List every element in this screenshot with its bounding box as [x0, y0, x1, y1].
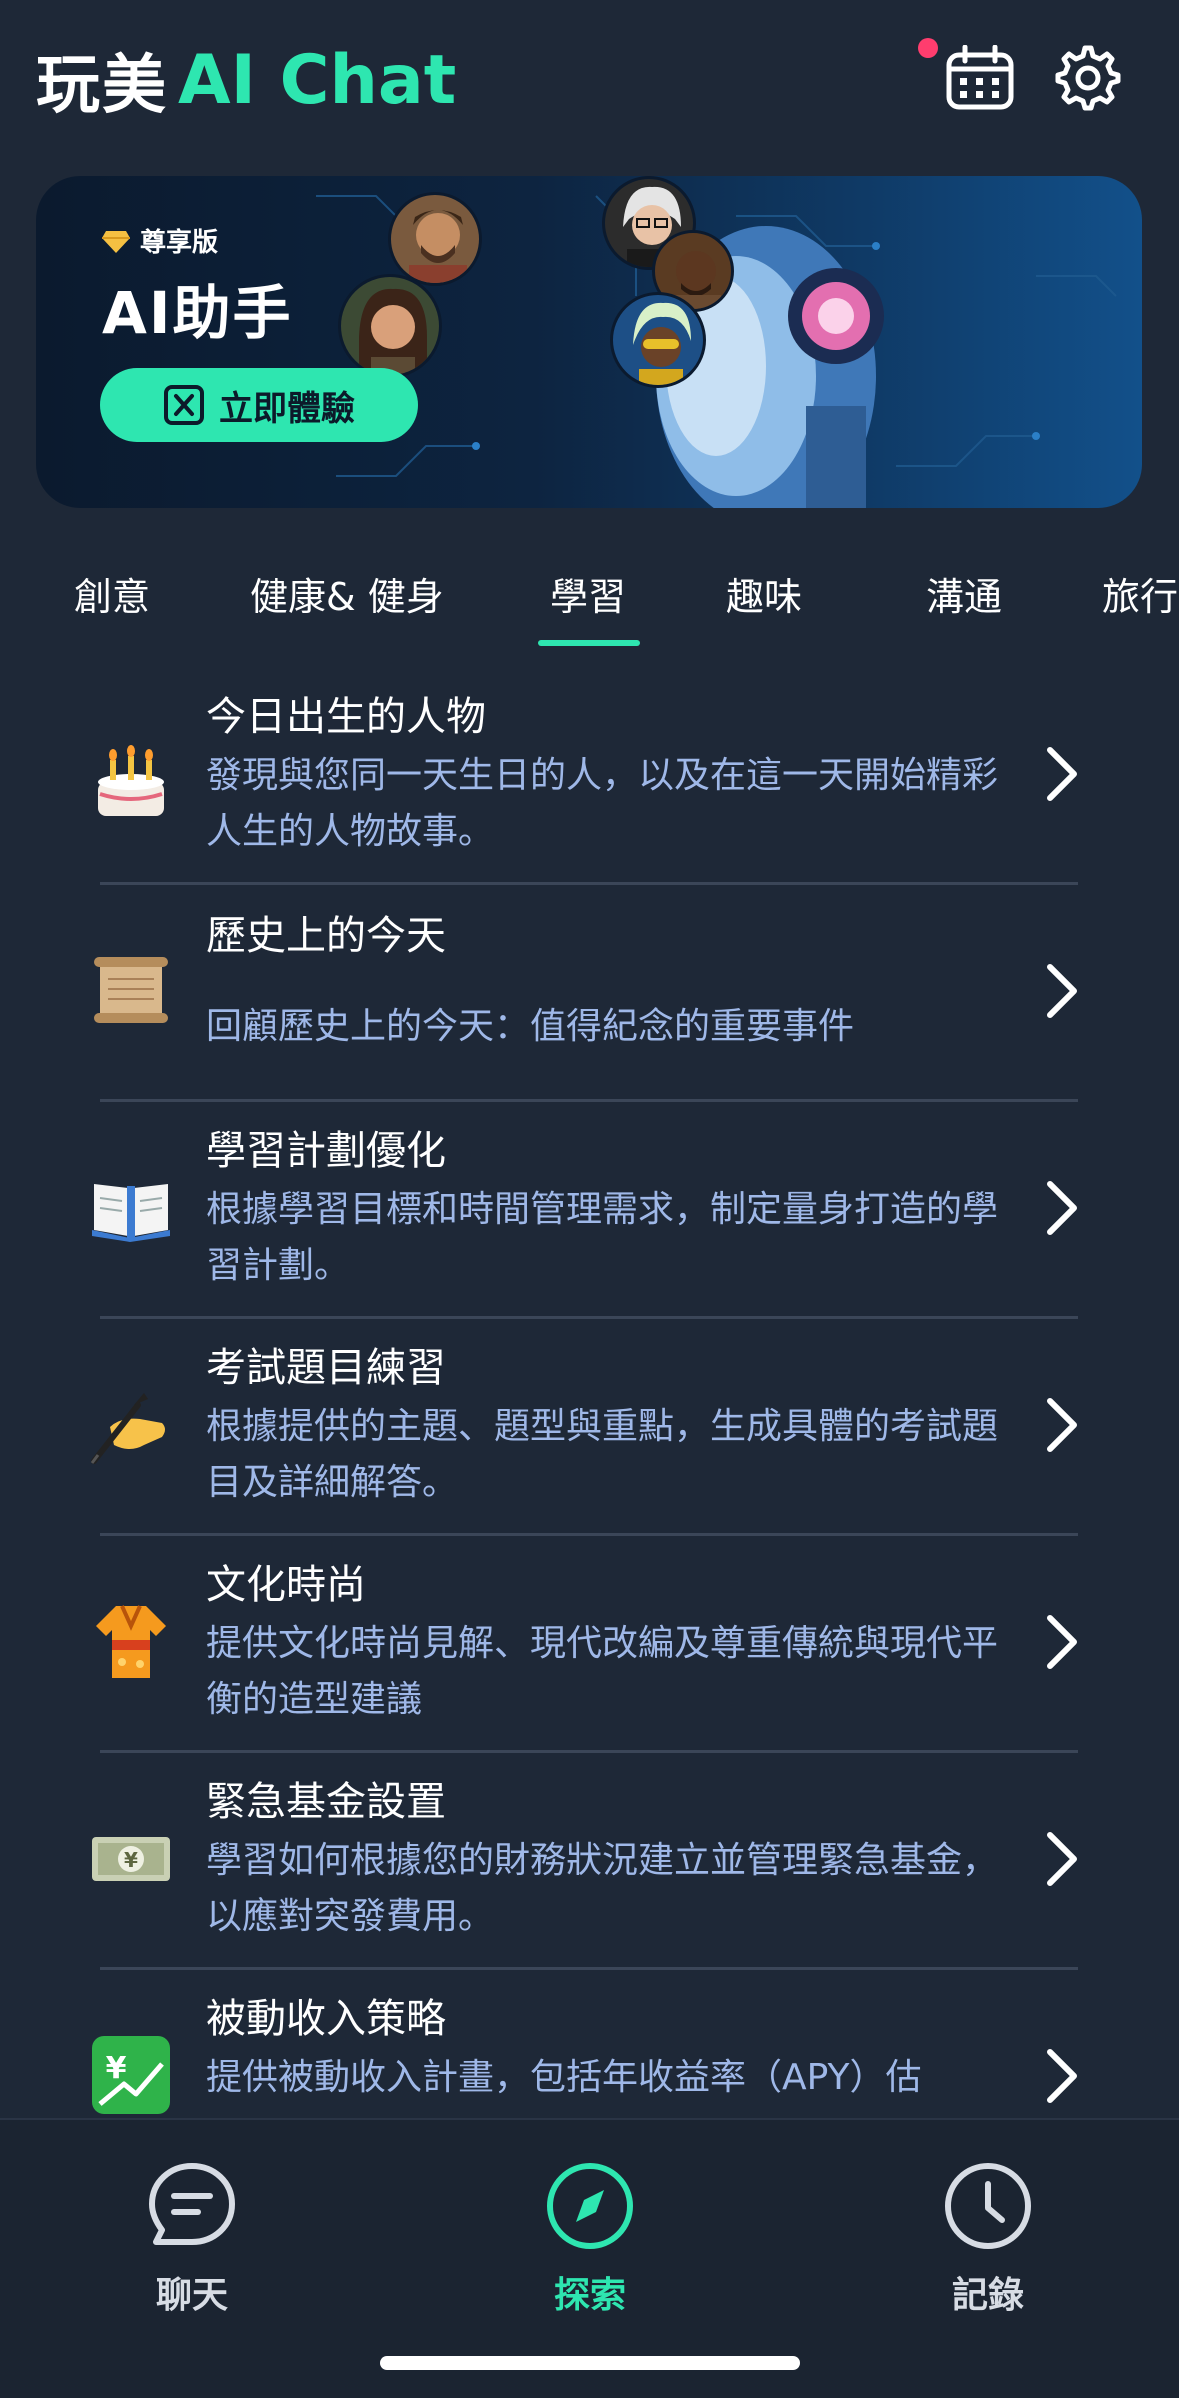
- calendar-icon: [946, 45, 1014, 110]
- diamond-icon: [102, 230, 130, 253]
- list-item[interactable]: 今日出生的人物 發現與您同一天生日的人，以及在這一天開始精彩人生的人物故事。: [0, 664, 1179, 882]
- ai-box-icon: [164, 385, 204, 425]
- item-title: 學習計劃優化: [206, 1128, 446, 1174]
- item-description: 發現與您同一天生日的人，以及在這一天開始精彩人生的人物故事。: [206, 755, 999, 852]
- item-title: 文化時尚: [206, 1562, 366, 1608]
- item-description: 根據提供的主題、題型與重點，生成具體的考試題目及詳細解答。: [206, 1406, 999, 1503]
- list-item[interactable]: 考試題目練習 根據提供的主題、題型與重點，生成具體的考試題目及詳細解答。: [0, 1319, 1179, 1533]
- list-item[interactable]: 歷史上的今天 回顧歷史上的今天：值得紀念的重要事件: [0, 885, 1179, 1099]
- writing-hand-icon: [90, 1383, 172, 1465]
- tab-communication[interactable]: 溝通: [926, 566, 1002, 621]
- open-book-icon: [90, 1166, 172, 1248]
- try-now-label: 立即體驗: [219, 388, 355, 429]
- chat-bubble-icon: [149, 2163, 235, 2245]
- chart-yen-icon: ¥: [90, 2034, 172, 2116]
- logo-ai-chat-text: AI Chat: [178, 40, 457, 120]
- list-item[interactable]: ¥ 緊急基金設置 學習如何根據您的財務狀況建立並管理緊急基金，以應對突發費用。: [0, 1753, 1179, 1967]
- chevron-right-icon: [1047, 1832, 1077, 1886]
- tab-learning[interactable]: 學習: [550, 566, 626, 621]
- item-description: 回顧歷史上的今天：值得紀念的重要事件: [206, 1006, 855, 1047]
- calendar-button[interactable]: [942, 40, 1018, 116]
- list-item[interactable]: 文化時尚 提供文化時尚見解、現代改編及尊重傳統與現代平衡的造型建議: [0, 1536, 1179, 1750]
- settings-button[interactable]: [1050, 40, 1126, 116]
- list-item[interactable]: 學習計劃優化 根據學習目標和時間管理需求，制定量身打造的學習計劃。: [0, 1102, 1179, 1316]
- nav-history-label: 記錄: [951, 2275, 1024, 2316]
- item-title: 緊急基金設置: [206, 1779, 446, 1825]
- scroll-icon: [90, 949, 172, 1031]
- item-title: 被動收入策略: [206, 1996, 446, 2042]
- nav-explore-label: 探索: [553, 2275, 626, 2316]
- notification-dot: [918, 38, 938, 58]
- try-now-button[interactable]: 立即體驗: [100, 368, 418, 442]
- chevron-right-icon: [1047, 1181, 1077, 1235]
- app-root: 玩美 AI Chat 尊享版 AI助手 立即體驗 創意 健康& 健身 學習 趣味…: [0, 0, 1179, 2398]
- nav-chat-label: 聊天: [155, 2275, 228, 2316]
- home-indicator[interactable]: [380, 2356, 800, 2370]
- premium-label: 尊享版: [102, 222, 218, 259]
- tab-health-fitness[interactable]: 健康& 健身: [250, 566, 444, 621]
- chevron-right-icon: [1047, 1615, 1077, 1669]
- avatar-woman-sunglasses: [610, 292, 706, 388]
- item-title: 歷史上的今天: [206, 913, 446, 959]
- premium-text: 尊享版: [140, 228, 219, 258]
- logo-chinese-text: 玩美: [36, 49, 168, 123]
- nav-explore[interactable]: 探索: [490, 2160, 690, 2318]
- premium-banner[interactable]: 尊享版 AI助手 立即體驗: [36, 176, 1142, 508]
- item-title: 今日出生的人物: [206, 694, 486, 740]
- avatar-man-beard: [388, 192, 482, 286]
- clock-icon: [945, 2163, 1031, 2249]
- tab-creative[interactable]: 創意: [74, 566, 150, 621]
- item-title: 考試題目練習: [206, 1345, 446, 1391]
- svg-text:¥: ¥: [106, 2051, 127, 2086]
- yen-banknote-icon: ¥: [90, 1817, 172, 1899]
- svg-text:¥: ¥: [124, 1848, 138, 1872]
- compass-icon: [547, 2163, 633, 2249]
- nav-history[interactable]: 記錄: [888, 2160, 1088, 2318]
- item-description: 提供文化時尚見解、現代改編及尊重傳統與現代平衡的造型建議: [206, 1623, 999, 1720]
- tab-fun[interactable]: 趣味: [726, 566, 802, 621]
- gear-icon: [1055, 45, 1121, 111]
- chevron-right-icon: [1047, 747, 1077, 801]
- app-logo: 玩美 AI Chat: [36, 40, 457, 124]
- nav-chat[interactable]: 聊天: [92, 2160, 292, 2318]
- app-header: 玩美 AI Chat: [0, 0, 1179, 160]
- item-description: 提供被動收入計畫，包括年收益率（APY）估: [206, 2057, 922, 2098]
- kimono-icon: [90, 1600, 172, 1682]
- banner-title: AI助手: [102, 279, 293, 347]
- chevron-right-icon: [1047, 2049, 1077, 2103]
- avatar-woman-brunette: [338, 274, 442, 378]
- tab-travel[interactable]: 旅行: [1102, 566, 1178, 621]
- birthday-cake-icon: [90, 742, 172, 824]
- category-tabs: 創意 健康& 健身 學習 趣味 溝通 旅行: [0, 546, 1179, 656]
- item-description: 根據學習目標和時間管理需求，制定量身打造的學習計劃。: [206, 1189, 999, 1286]
- item-description: 學習如何根據您的財務狀況建立並管理緊急基金，以應對突發費用。: [206, 1840, 999, 1937]
- chevron-right-icon: [1047, 1398, 1077, 1452]
- active-tab-indicator: [538, 640, 640, 646]
- chevron-right-icon: [1047, 964, 1077, 1018]
- list-item[interactable]: ¥ 被動收入策略 提供被動收入計畫，包括年收益率（APY）估: [0, 1970, 1179, 2118]
